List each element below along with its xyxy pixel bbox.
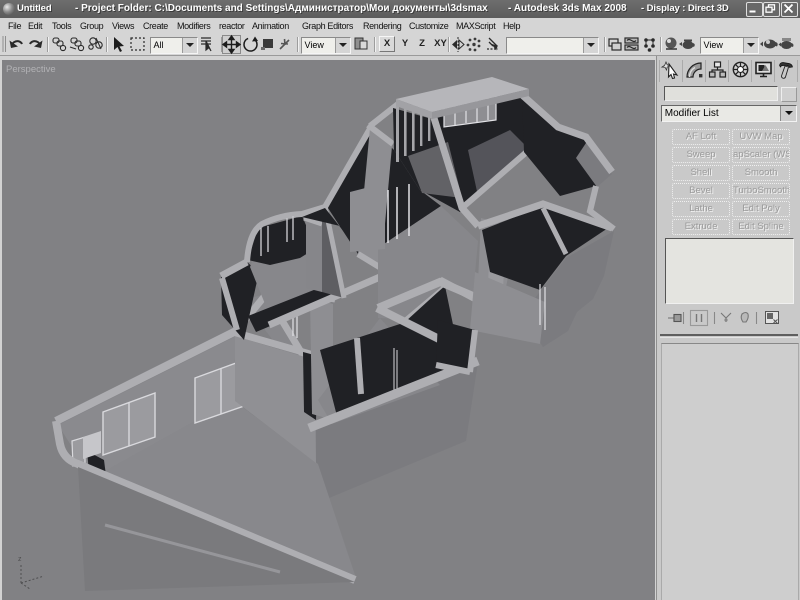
svg-text:z: z — [18, 556, 22, 563]
svg-text:Perspective: Perspective — [6, 64, 56, 75]
